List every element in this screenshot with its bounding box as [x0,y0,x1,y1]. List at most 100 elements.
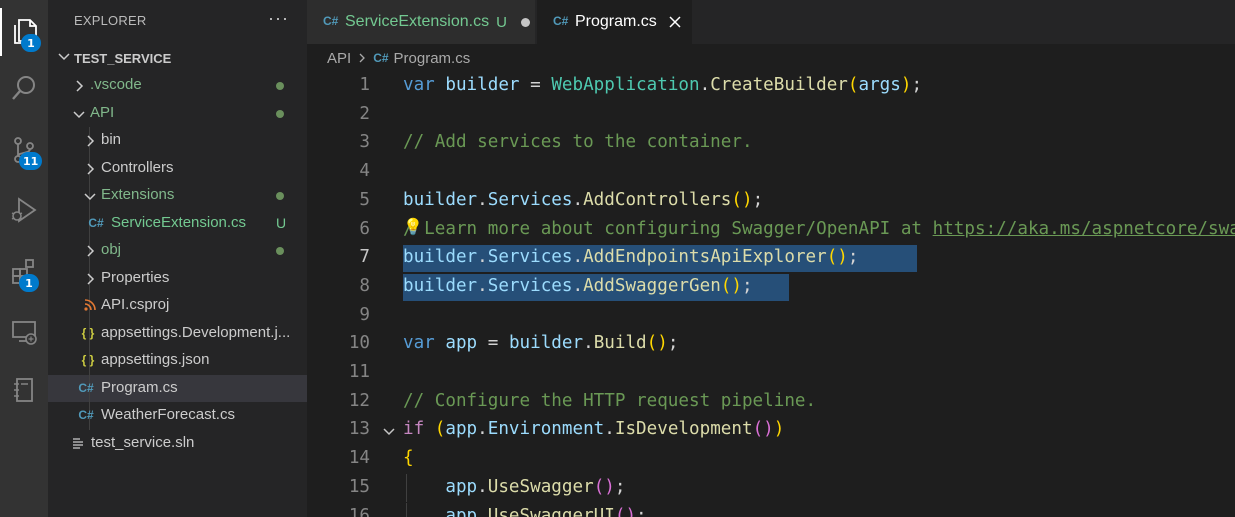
tree-item-weatherforecast[interactable]: C# WeatherForecast.cs [48,402,307,430]
tree-item-label: appsettings.json [101,351,210,368]
code-line[interactable]: 2 [307,101,1235,130]
tree-item-label: .vscode [90,76,142,93]
fold-chevron-icon[interactable] [382,424,396,438]
tree-item-label: Controllers [101,158,174,176]
csharp-file-icon: C# [323,14,339,28]
workspace-section-header[interactable]: TEST_SERVICE [48,44,307,72]
code-text: builder.Services.AddControllers(); [403,189,764,210]
tree-item-serviceextension[interactable]: C# ServiceExtension.cs U [48,209,307,237]
chevron-right-icon [87,162,95,175]
tree-item-label: Properties [101,268,170,286]
code-line[interactable]: 10 var app = builder.Build(); [307,330,1235,359]
code-text: var app = builder.Build(); [403,333,679,354]
chevron-right-icon [359,53,366,63]
tree-item-label: WeatherForecast.cs [101,406,235,423]
line-number: 12 [348,390,370,411]
tree-item-label: obj [101,241,122,258]
unsaved-dot-icon[interactable] [520,17,530,27]
code-line[interactable]: 16 app.UseSwaggerUI(); [307,502,1235,517]
code-text: // Configure the HTTP request pipeline. [403,390,817,411]
line-number: 1 [359,75,370,95]
chevron-down-icon [84,193,96,201]
code-line[interactable]: 3 // Add services to the container. [307,129,1235,158]
untracked-status: U [496,13,507,31]
breadcrumb-file[interactable]: Program.cs [394,50,471,67]
workspace-name: TEST_SERVICE [74,51,172,66]
tree-item-label: test_service.sln [91,433,195,451]
code-line[interactable]: 1 var builder = WebApplication.CreateBuil… [307,72,1235,101]
code-editor[interactable]: 1 var builder = WebApplication.CreateBuil… [307,72,1235,517]
source-control-badge: 11 [19,152,43,170]
code-line[interactable]: 14 { [307,445,1235,474]
code-text: app.UseSwaggerUI(); [445,505,647,517]
code-text: // Add services to the container. [403,132,753,153]
tree-item-properties[interactable]: Properties [48,264,307,292]
code-line[interactable]: 9 [307,302,1235,331]
activity-remote-explorer[interactable] [0,308,48,356]
lightbulb-icon[interactable]: 💡 [403,217,423,236]
activity-explorer[interactable]: 1 [0,8,48,56]
modified-dot-icon [276,82,284,90]
code-text: var builder = WebApplication.CreateBuild… [403,75,923,95]
code-line[interactable]: 13 if (app.Environment.IsDevelopment()) [307,416,1235,445]
close-icon[interactable] [668,15,682,29]
csharp-file-icon: C# [78,408,94,422]
activity-search[interactable] [0,64,48,112]
code-line[interactable]: 4 [307,158,1235,187]
chevron-down-icon [58,53,70,61]
tree-item-sln[interactable]: test_service.sln [48,430,307,458]
more-actions-icon[interactable]: ··· [268,8,289,29]
untracked-status: U [276,214,287,231]
activity-run-debug[interactable] [0,186,48,234]
code-line[interactable]: 11 [307,359,1235,388]
modified-dot-icon [276,109,284,118]
chevron-right-icon [87,245,95,257]
line-number: 10 [348,333,370,354]
line-number: 7 [359,247,370,268]
tree-item-label: Program.cs [101,378,178,396]
json-file-icon: { } [81,325,95,340]
tree-item-controllers[interactable]: Controllers [48,154,307,182]
chevron-right-icon [87,272,95,285]
line-number: 5 [359,189,370,210]
csharp-file-icon: C# [373,51,389,65]
search-icon [12,76,35,100]
csharp-file-icon: C# [78,380,94,395]
code-line[interactable]: 15 app.UseSwagger(); [307,473,1235,503]
breadcrumb-folder[interactable]: API [327,50,351,67]
tree-item-program[interactable]: C# Program.cs [48,374,307,402]
code-text: if (app.Environment.IsDevelopment()) [403,419,785,440]
code-line[interactable]: 5 builder.Services.AddControllers(); [307,187,1235,216]
code-line[interactable]: 12 // Configure the HTTP request pipeline… [307,388,1235,417]
tree-item-vscode[interactable]: .vscode [48,72,307,100]
code-line[interactable]: 6 / Learn more about configuring Swagger/… [307,216,1235,245]
tree-item-label: Extensions [101,186,175,203]
code-line[interactable]: 8 builder.Services.AddSwaggerGen(); [307,273,1235,302]
tree-item-appsettings-dev[interactable]: { } appsettings.Development.j... [48,319,307,347]
tree-item-label: appsettings.Development.j... [101,323,291,341]
tab-label: Program.cs [575,13,657,30]
modified-dot-icon [276,247,284,255]
tree-item-bin[interactable]: bin [48,127,307,155]
explorer-header: EXPLORER ··· [48,0,307,44]
file-tree: .vscode API bin Controllers Extensions C… [48,72,307,457]
tree-item-obj[interactable]: obj [48,237,307,265]
tab-program[interactable]: C# Program.cs [537,0,692,44]
tree-item-label: ServiceExtension.cs [111,213,247,231]
activity-notebook[interactable] [0,366,48,414]
explorer-badge: 1 [21,34,41,52]
extensions-badge: 1 [19,274,39,292]
tree-item-api[interactable]: API [48,100,307,128]
activity-source-control[interactable]: 11 [0,126,48,174]
tab-serviceextension[interactable]: C# ServiceExtension.cs U [307,0,536,44]
code-text: builder.Services.AddSwaggerGen(); [403,275,753,296]
csharp-file-icon: C# [88,215,104,230]
line-number: 14 [348,448,370,469]
rss-file-icon [82,297,98,313]
tree-item-appsettings[interactable]: { } appsettings.json [48,347,307,375]
activity-extensions[interactable]: 1 [0,248,48,296]
code-line[interactable]: 7 builder.Services.AddEndpointsApiExplore… [307,244,1235,273]
remote-explorer-icon [12,321,37,345]
tree-item-extensions[interactable]: Extensions [48,182,307,210]
tree-item-csproj[interactable]: API.csproj [48,292,307,320]
